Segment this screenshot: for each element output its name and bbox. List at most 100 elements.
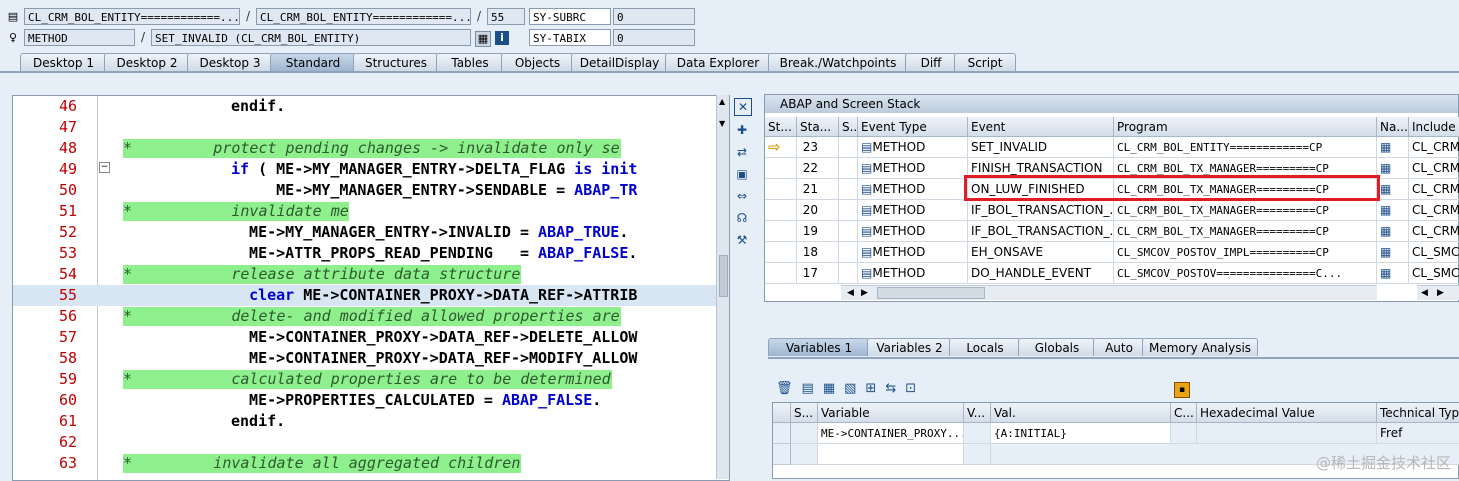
status-cell[interactable] <box>765 263 797 284</box>
delete-icon[interactable]: 🗑 <box>776 381 802 396</box>
tab-variables-2[interactable]: Variables 2 <box>867 338 952 356</box>
code-editor[interactable]: 46 endif. 47 48 * protect pending changes ->… <box>12 95 730 481</box>
code-line[interactable]: 49 if ( ME->MY_MANAGER_ENTRY->DELTA_FLAG … <box>13 159 729 180</box>
tab-standard[interactable]: Standard <box>270 53 356 71</box>
status-cell[interactable] <box>765 179 797 200</box>
tab-script[interactable]: Script <box>954 53 1016 71</box>
tab-data-explorer[interactable]: Data Explorer <box>665 53 771 71</box>
col-header-v[interactable]: V... <box>964 403 991 423</box>
col-header-event[interactable]: Event <box>968 117 1114 137</box>
tab-variables-1[interactable]: Variables 1 <box>768 338 870 356</box>
code-line[interactable]: 60 ME->PROPERTIES_CALCULATED = ABAP_FALS… <box>13 390 729 411</box>
code-line[interactable]: 51 * invalidate me <box>13 201 729 222</box>
collapse-block-icon[interactable]: − <box>99 162 110 173</box>
sysvar-name-field-2[interactable]: SY-TABIX <box>529 29 611 46</box>
stack-level-cell[interactable]: 17 <box>797 263 839 284</box>
code-line[interactable]: 57 ME->CONTAINER_PROXY->DATA_REF->DELETE… <box>13 327 729 348</box>
include-h-scrollbar[interactable]: ◀ ▶ <box>1417 285 1459 300</box>
col-header-value[interactable]: Val. <box>991 403 1171 423</box>
editor-scrollbar[interactable]: ▲ ▼ <box>716 95 729 479</box>
stack-level-cell[interactable]: 18 <box>797 242 839 263</box>
stack-level-cell[interactable]: 20 <box>797 200 839 221</box>
program-cell[interactable]: CL_CRM_BOL_ENTITY============CP <box>1114 137 1377 158</box>
tab-objects[interactable]: Objects <box>501 53 574 71</box>
navigate-cell[interactable]: ▦ <box>1377 242 1409 263</box>
table-icon[interactable]: ▤ <box>802 381 823 396</box>
swap-tool-icon[interactable]: ⇄ <box>734 144 750 160</box>
settings-icon[interactable]: ⊡ <box>905 381 925 396</box>
navigate-cell[interactable]: ▦ <box>1377 137 1409 158</box>
status-cell[interactable] <box>765 200 797 221</box>
tab-desktop-1[interactable]: Desktop 1 <box>20 53 107 71</box>
event-type-cell[interactable]: ▤METHOD <box>858 158 968 179</box>
s-cell[interactable] <box>839 221 858 242</box>
code-line[interactable]: 56 * delete- and modified allowed propert… <box>13 306 729 327</box>
save-icon[interactable]: ▪ <box>1174 382 1190 398</box>
col-header-variable[interactable]: Variable <box>818 403 964 423</box>
code-line[interactable]: 54 * release attribute data structure <box>13 264 729 285</box>
navigate-cell[interactable]: ▦ <box>1377 221 1409 242</box>
variable-value-cell[interactable]: {A:INITIAL} <box>991 423 1171 444</box>
program-cell[interactable]: CL_CRM_BOL_TX_MANAGER=========CP <box>1114 221 1377 242</box>
navigate-source-icon[interactable]: ▦ <box>1380 161 1391 175</box>
code-line[interactable]: 63 * invalidate all aggregated children <box>13 453 729 474</box>
code-line[interactable]: 55 clear ME->CONTAINER_PROXY->DATA_REF->… <box>13 285 729 306</box>
navigate-source-icon[interactable]: ▦ <box>1380 203 1391 217</box>
tab-auto[interactable]: Auto <box>1093 338 1145 356</box>
code-line[interactable]: 50 ME->MY_MANAGER_ENTRY->SENDABLE = ABAP… <box>13 180 729 201</box>
tab-memory-analysis[interactable]: Memory Analysis <box>1142 338 1258 356</box>
event-type-cell[interactable]: ▤METHOD <box>858 137 968 158</box>
navigate-source-icon[interactable]: ▦ <box>1380 224 1391 238</box>
col-header-include[interactable]: Include <box>1409 117 1459 137</box>
class-field[interactable]: CL_CRM_BOL_ENTITY============... <box>24 8 240 25</box>
row-selector[interactable] <box>773 444 791 465</box>
tab-tables[interactable]: Tables <box>436 53 504 71</box>
navigate-cell[interactable]: ▦ <box>1377 263 1409 284</box>
new-tool-icon[interactable]: ✚ <box>734 122 750 138</box>
display-source-icon[interactable]: ▦ <box>475 31 491 47</box>
detail-icon[interactable]: ▦ <box>823 381 844 396</box>
col-header-var-status[interactable]: S... <box>791 403 818 423</box>
col-header-technical-type[interactable]: Technical Typ <box>1377 403 1459 423</box>
line-number-field[interactable]: 55 <box>487 8 525 25</box>
tree-icon[interactable]: ⊞ <box>865 381 885 396</box>
tab-globals[interactable]: Globals <box>1018 338 1096 356</box>
variable-name-cell[interactable]: ME->CONTAINER_PROXY... <box>818 423 964 444</box>
scroll-thumb[interactable] <box>719 255 728 297</box>
navigate-source-icon[interactable]: ▦ <box>1380 140 1391 154</box>
tab-diff[interactable]: Diff <box>905 53 957 71</box>
program-cell[interactable]: CL_SMCOV_POSTOV===============C... <box>1114 263 1377 284</box>
maximize-icon[interactable]: ▣ <box>734 166 750 182</box>
change-icon[interactable]: ▧ <box>844 381 865 396</box>
code-line[interactable]: 58 ME->CONTAINER_PROXY->DATA_REF->MODIFY… <box>13 348 729 369</box>
services-icon[interactable]: ⚒ <box>734 232 750 248</box>
col-header-program[interactable]: Program <box>1114 117 1377 137</box>
col-header-hex-value[interactable]: Hexadecimal Value <box>1197 403 1377 423</box>
resize-icon[interactable]: ⇔ <box>734 188 750 204</box>
status-cell[interactable] <box>765 242 797 263</box>
code-line[interactable]: 46 endif. <box>13 96 729 117</box>
status-cell[interactable] <box>765 158 797 179</box>
include-cell[interactable]: CL_CRM_... <box>1409 179 1459 200</box>
include-cell[interactable]: CL_SMCO... <box>1409 263 1459 284</box>
col-header-stack-level[interactable]: Sta... <box>797 117 839 137</box>
empty-cell[interactable] <box>818 444 964 465</box>
program-cell[interactable]: CL_CRM_BOL_TX_MANAGER=========CP <box>1114 200 1377 221</box>
tab-locals[interactable]: Locals <box>949 338 1021 356</box>
navigate-cell[interactable]: ▦ <box>1377 179 1409 200</box>
event-cell[interactable]: SET_INVALID <box>968 137 1114 158</box>
tab-desktop-3[interactable]: Desktop 3 <box>187 53 273 71</box>
navigate-cell[interactable]: ▦ <box>1377 200 1409 221</box>
s-cell[interactable] <box>839 242 858 263</box>
event-type-cell[interactable]: ▤METHOD <box>858 242 968 263</box>
stack-level-cell[interactable]: 23 <box>797 137 839 158</box>
navigate-cell[interactable]: ▦ <box>1377 158 1409 179</box>
code-line[interactable]: 48 * protect pending changes -> invalidat… <box>13 138 729 159</box>
code-line[interactable]: 61 endif. <box>13 411 729 432</box>
program-cell[interactable]: CL_SMCOV_POSTOV_IMPL==========CP <box>1114 242 1377 263</box>
move-icon[interactable]: ⇆ <box>885 381 905 396</box>
code-line[interactable]: 53 ME->ATTR_PROPS_READ_PENDING = ABAP_FA… <box>13 243 729 264</box>
s-cell[interactable] <box>839 137 858 158</box>
event-type-cell[interactable]: ▤METHOD <box>858 263 968 284</box>
scroll-down-icon[interactable]: ▼ <box>719 119 725 128</box>
